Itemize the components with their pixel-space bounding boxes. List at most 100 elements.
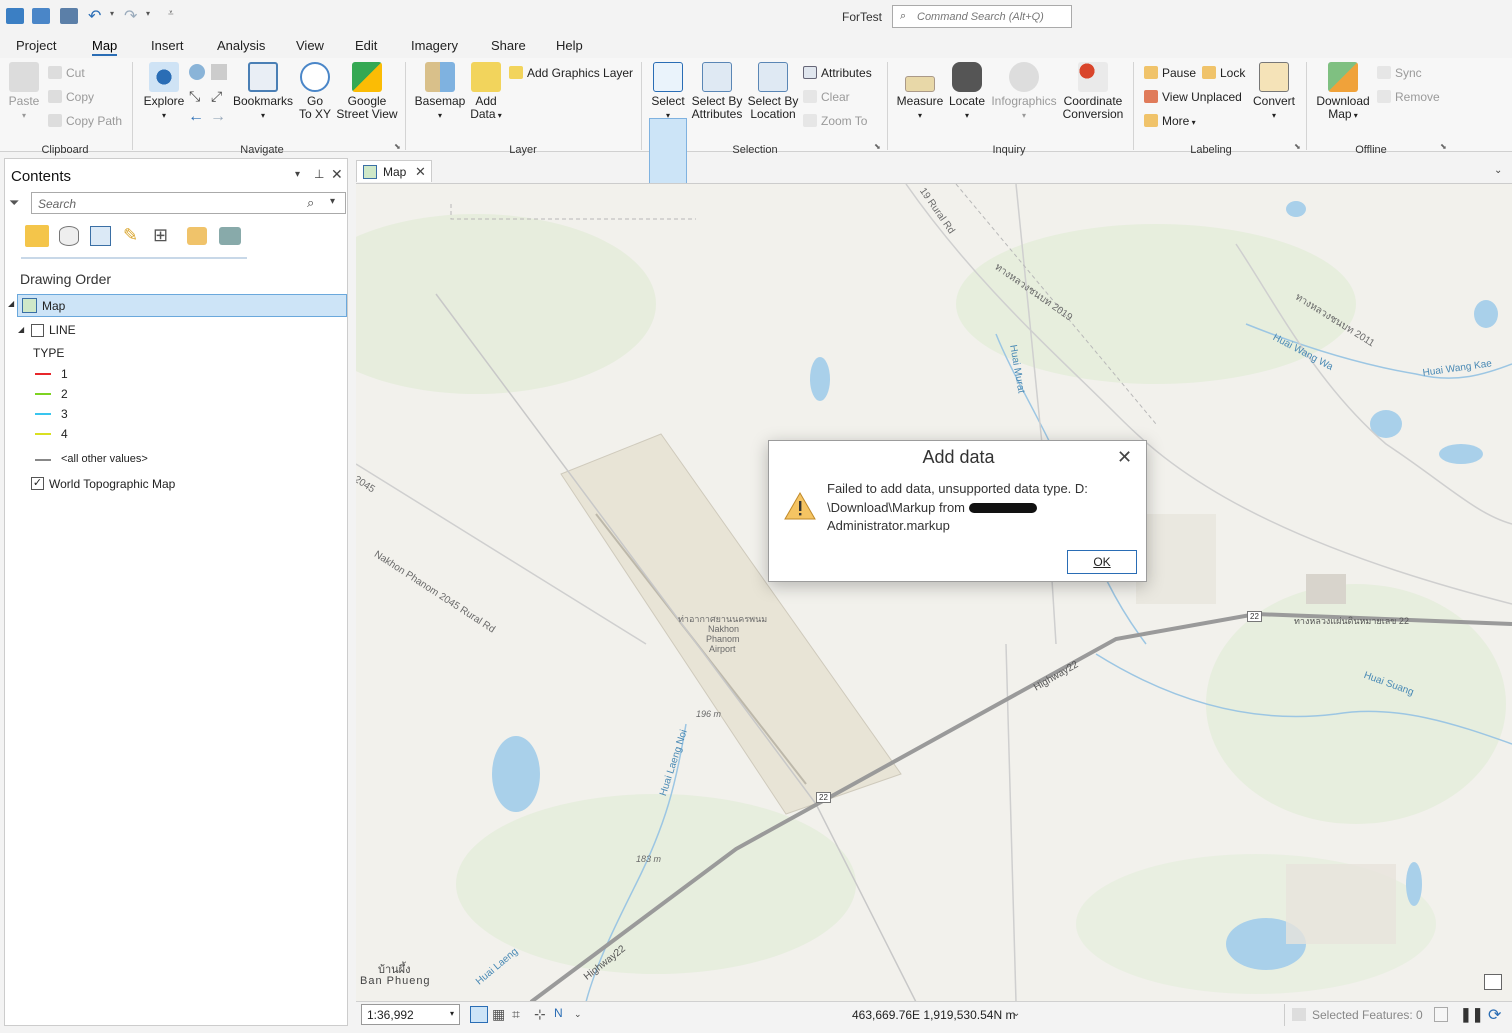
cut-button[interactable]: Cut [48,66,85,80]
paste-button[interactable]: Paste ▾ [6,62,42,122]
lock-labeling-button[interactable]: Lock [1202,66,1245,80]
next-extent-icon[interactable]: → [210,108,226,126]
basemap-layer-label[interactable]: World Topographic Map [49,477,175,491]
tab-insert[interactable]: Insert [151,38,184,53]
locate-button[interactable]: Locate ▾ [947,62,987,122]
undo-icon[interactable]: ↶ [88,6,101,26]
list-by-snapping-icon[interactable]: ⊞ [153,225,168,246]
explore-button[interactable]: Explore ▾ [142,62,186,122]
line-layer-label[interactable]: LINE [49,323,76,337]
measure-button[interactable]: Measure ▾ [896,62,944,122]
legend-label[interactable]: 4 [61,427,68,441]
pane-options-icon[interactable]: ▾ [295,169,300,180]
tab-map-view[interactable]: Map ✕ [356,160,432,182]
pin-icon[interactable]: ⊥ [314,167,324,181]
tree-item-map[interactable]: Map [17,294,347,317]
bookmarks-button[interactable]: Bookmarks ▾ [232,62,294,122]
snapping-icon[interactable]: ⌗ [512,1006,520,1023]
collapse-map-icon[interactable]: ◢ [8,299,14,308]
coordinate-format-dropdown-icon[interactable]: ⌄ [1012,1008,1020,1019]
copy-button[interactable]: Copy [48,90,94,104]
close-icon[interactable]: ✕ [1117,447,1132,468]
fixed-scale-icon[interactable] [470,1006,488,1023]
convert-button[interactable]: Convert ▾ [1252,62,1296,122]
zoom-in-fixed-icon[interactable]: ⤡ [189,88,200,105]
tab-analysis[interactable]: Analysis [217,38,265,53]
list-by-perspective-imagery-icon[interactable] [219,227,241,245]
add-data-button[interactable]: Add Data ▾ [466,62,506,122]
list-by-drawing-order-icon[interactable] [25,225,49,247]
pause-drawing-icon[interactable]: ❚❚ [1460,1006,1483,1023]
view-options-icon[interactable]: ⌄ [1494,165,1502,176]
undo-dropdown-icon[interactable]: ▾ [110,9,114,18]
offline-launcher-icon[interactable]: ⬊ [1440,142,1447,151]
copy-path-button[interactable]: Copy Path [48,114,122,128]
tab-share[interactable]: Share [491,38,526,53]
map-overview-icon[interactable] [1484,974,1502,990]
select-by-attributes-button[interactable]: Select By Attributes [690,62,744,121]
zoom-to-button[interactable]: Zoom To [803,114,867,128]
close-pane-icon[interactable]: ✕ [331,166,343,183]
add-graphics-layer-button[interactable]: Add Graphics Layer [509,66,633,80]
tab-imagery[interactable]: Imagery [411,38,458,53]
filter-icon[interactable]: ⏷ [9,195,19,211]
grid-icon[interactable]: ▦ [492,1006,505,1023]
google-street-view-button[interactable]: Google Street View [336,62,398,121]
map-view[interactable]: ท่าอากาศยานนครพนม Nakhon Phanom Airport … [356,183,1512,1001]
fixed-zoom-icon[interactable] [211,64,227,80]
save-project-icon[interactable] [60,8,78,24]
north-arrow-icon[interactable]: N [554,1006,563,1020]
go-to-xy-button[interactable]: Go To XY [298,62,332,121]
search-icon[interactable]: ⌕ [307,195,314,211]
search-options-icon[interactable]: ▾ [330,196,335,207]
tab-edit[interactable]: Edit [355,38,377,53]
legend-label[interactable]: 3 [61,407,68,421]
redo-icon[interactable]: ↷ [124,6,137,26]
list-by-labeling-icon[interactable] [187,227,207,245]
view-unplaced-button[interactable]: View Unplaced [1144,90,1242,104]
new-project-icon[interactable] [6,8,24,24]
coordinate-conversion-button[interactable]: Coordinate Conversion [1061,62,1125,121]
tab-project[interactable]: Project [16,38,56,53]
tab-map[interactable]: Map [92,38,118,56]
customize-toolbar-icon[interactable]: ⩡ [168,8,174,19]
close-map-tab-icon[interactable]: ✕ [415,164,426,180]
labeling-launcher-icon[interactable]: ⬊ [1294,142,1301,151]
clear-button[interactable]: Clear [803,90,850,104]
refresh-extent-icon[interactable] [1434,1007,1448,1022]
sync-button[interactable]: Sync [1377,66,1422,80]
zoom-out-fixed-icon[interactable]: ⤢ [211,88,222,105]
infographics-button[interactable]: Infographics ▾ [990,62,1058,122]
previous-extent-icon[interactable]: ← [188,108,204,126]
refresh-icon[interactable]: ⟳ [1488,1005,1501,1025]
remove-button[interactable]: Remove [1377,90,1440,104]
download-map-button[interactable]: Download Map ▾ [1314,62,1372,122]
list-by-data-source-icon[interactable] [59,226,79,246]
redo-dropdown-icon[interactable]: ▾ [146,9,150,18]
open-project-icon[interactable] [32,8,50,24]
status-tools-dropdown-icon[interactable]: ⌄ [574,1009,582,1020]
select-by-location-button[interactable]: Select By Location [747,62,799,121]
tab-help[interactable]: Help [556,38,583,53]
legend-label[interactable]: 2 [61,387,68,401]
navigate-launcher-icon[interactable]: ⬊ [394,142,401,151]
constraints-icon[interactable]: ⊹ [534,1006,546,1023]
scale-selector[interactable]: 1:36,992 ▾ [361,1004,460,1025]
line-layer-checkbox[interactable] [31,324,44,337]
contents-search-input[interactable]: Search [31,192,346,214]
basemap-button[interactable]: Basemap ▾ [414,62,466,122]
attributes-button[interactable]: Attributes [803,66,872,80]
command-search-input[interactable]: ⌕ Command Search (Alt+Q) [892,5,1072,28]
basemap-layer-checkbox[interactable]: ✓ [31,477,44,490]
more-labeling-button[interactable]: More ▾ [1144,114,1196,128]
ok-button[interactable]: OK [1067,550,1137,574]
collapse-line-icon[interactable]: ◢ [18,325,24,334]
selection-launcher-icon[interactable]: ⬊ [874,142,881,151]
full-extent-icon[interactable] [189,64,205,80]
list-by-editing-icon[interactable]: ✎ [123,225,138,246]
other-values-label[interactable]: <all other values> [61,453,148,465]
legend-label[interactable]: 1 [61,367,68,381]
selected-features-count[interactable]: Selected Features: 0 [1312,1008,1423,1022]
select-button[interactable] [649,118,687,190]
list-by-selection-icon[interactable] [90,226,111,246]
